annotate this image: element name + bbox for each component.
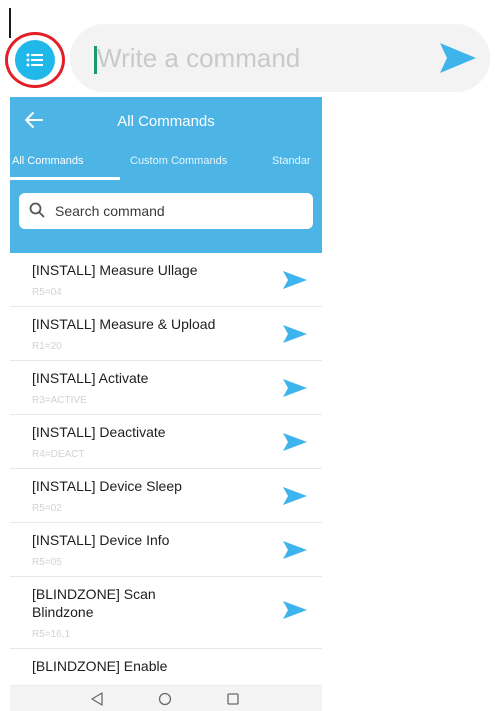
command-item[interactable]: [INSTALL] Device Sleep R5=02 [10,469,322,523]
command-bar [70,24,490,92]
active-tab-indicator [10,177,120,180]
command-code: R4=DEACT [32,449,85,460]
command-title: [BLINDZONE] Scan Blindzone [32,586,156,620]
command-code: R5=05 [32,557,62,568]
menu-button-highlight [5,32,65,88]
command-item[interactable]: [INSTALL] Deactivate R4=DEACT [10,415,322,469]
page-title: All Commands [117,113,215,130]
command-list: [INSTALL] Measure Ullage R5=04 [INSTALL]… [10,253,322,689]
list-icon [26,53,43,67]
tab-bar: All Commands Custom Commands Standar [10,155,322,179]
send-icon[interactable] [282,485,308,507]
command-item[interactable]: [BLINDZONE] Enable [10,649,322,689]
command-input[interactable] [97,38,427,78]
menu-button[interactable] [15,40,55,80]
command-item[interactable]: [INSTALL] Measure Ullage R5=04 [10,253,322,307]
circle-home-icon[interactable] [158,692,172,706]
command-item[interactable]: [BLINDZONE] Scan Blindzone R5=16,1 [10,577,322,649]
command-title: [INSTALL] Measure Ullage [32,262,198,278]
command-item[interactable]: [INSTALL] Measure & Upload R1=20 [10,307,322,361]
command-title: [INSTALL] Device Sleep [32,478,182,494]
send-icon[interactable] [282,599,308,621]
command-code: R5=02 [32,503,62,514]
triangle-back-icon[interactable] [90,692,104,706]
tab-custom-commands[interactable]: Custom Commands [130,155,227,167]
command-code: R1=20 [32,341,62,352]
command-title: [INSTALL] Activate [32,370,149,386]
command-title: [INSTALL] Device Info [32,532,170,548]
send-icon[interactable] [282,269,308,291]
send-icon[interactable] [282,323,308,345]
command-code: R5=16,1 [32,629,71,640]
panel-header: All Commands All Commands Custom Command… [10,97,322,253]
command-title: [INSTALL] Measure & Upload [32,316,216,332]
command-item[interactable]: [INSTALL] Device Info R5=05 [10,523,322,577]
send-icon[interactable] [282,377,308,399]
command-code: R5=04 [32,287,62,298]
command-item[interactable]: [INSTALL] Activate R3=ACTIVE [10,361,322,415]
command-title: [BLINDZONE] Enable [32,658,168,674]
tab-standard-commands[interactable]: Standar [272,155,311,167]
square-recent-icon[interactable] [226,692,240,706]
text-cursor-line [9,8,11,38]
search-input[interactable] [55,199,305,223]
send-icon[interactable] [438,41,478,75]
send-icon[interactable] [282,539,308,561]
send-icon[interactable] [282,431,308,453]
system-nav-bar [10,685,322,711]
search-box[interactable] [19,193,313,229]
search-icon [29,202,45,218]
tab-all-commands[interactable]: All Commands [12,155,84,167]
command-title: [INSTALL] Deactivate [32,424,166,440]
commands-panel: All Commands All Commands Custom Command… [10,97,322,711]
command-code: R3=ACTIVE [32,395,87,406]
